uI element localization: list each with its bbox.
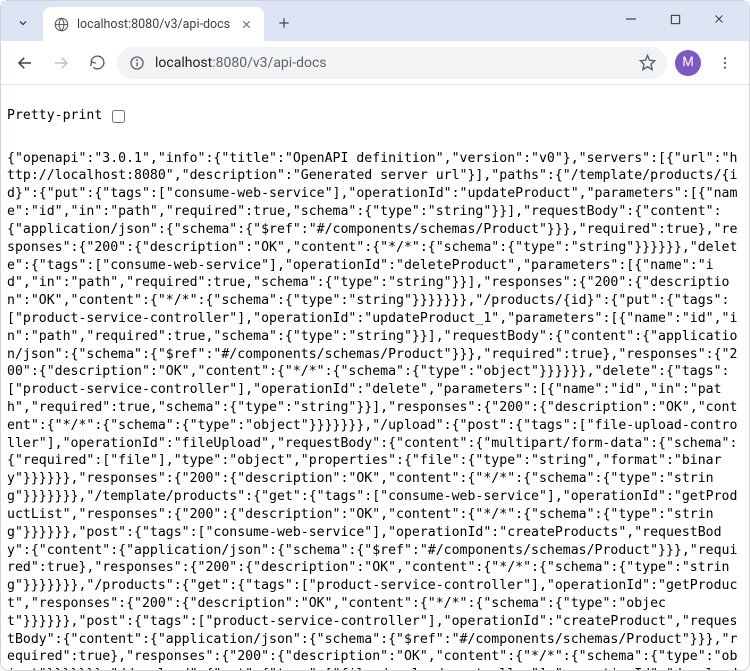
new-tab-button[interactable] — [270, 9, 298, 37]
browser-tab[interactable]: localhost:8080/v3/api-docs — [43, 7, 264, 41]
json-body[interactable]: {"openapi":"3.0.1","info":{"title":"Open… — [7, 150, 743, 670]
close-icon — [713, 13, 725, 25]
pretty-print-label: Pretty-print — [7, 107, 102, 125]
url-path: :8080/v3/api-docs — [212, 55, 326, 71]
window-maximize-button[interactable] — [653, 4, 697, 34]
reload-icon — [89, 54, 106, 71]
url-host: localhost — [155, 55, 212, 71]
chevron-down-icon — [17, 17, 29, 29]
window-minimize-button[interactable] — [609, 4, 653, 34]
window-controls — [609, 1, 741, 41]
tab-close-button[interactable] — [238, 16, 254, 32]
close-icon — [241, 19, 252, 30]
star-icon — [639, 54, 656, 71]
tab-title: localhost:8080/v3/api-docs — [77, 17, 230, 32]
dots-vertical-icon — [717, 55, 733, 71]
minimize-icon — [625, 13, 637, 25]
reload-button[interactable] — [81, 47, 113, 79]
browser-toolbar: localhost:8080/v3/api-docs M — [1, 41, 749, 85]
plus-icon — [277, 16, 291, 30]
back-button[interactable] — [9, 47, 41, 79]
url-text: localhost:8080/v3/api-docs — [155, 55, 629, 71]
pretty-print-checkbox[interactable] — [112, 110, 125, 123]
site-info-button[interactable] — [127, 53, 147, 73]
overflow-menu-button[interactable] — [709, 47, 741, 79]
maximize-icon — [670, 14, 681, 25]
tabs-dropdown-button[interactable] — [9, 9, 37, 37]
globe-icon — [53, 16, 69, 32]
address-bar[interactable]: localhost:8080/v3/api-docs — [117, 47, 667, 79]
arrow-left-icon — [16, 54, 34, 72]
page-content: Pretty-print {"openapi":"3.0.1","info":{… — [1, 85, 749, 670]
window-close-button[interactable] — [697, 4, 741, 34]
info-icon — [129, 55, 145, 71]
avatar-initial: M — [682, 55, 693, 70]
bookmark-button[interactable] — [637, 53, 657, 73]
forward-button[interactable] — [45, 47, 77, 79]
pretty-print-row: Pretty-print — [7, 107, 743, 126]
browser-titlebar: localhost:8080/v3/api-docs — [1, 1, 749, 41]
arrow-right-icon — [52, 54, 70, 72]
profile-avatar[interactable]: M — [675, 50, 701, 76]
